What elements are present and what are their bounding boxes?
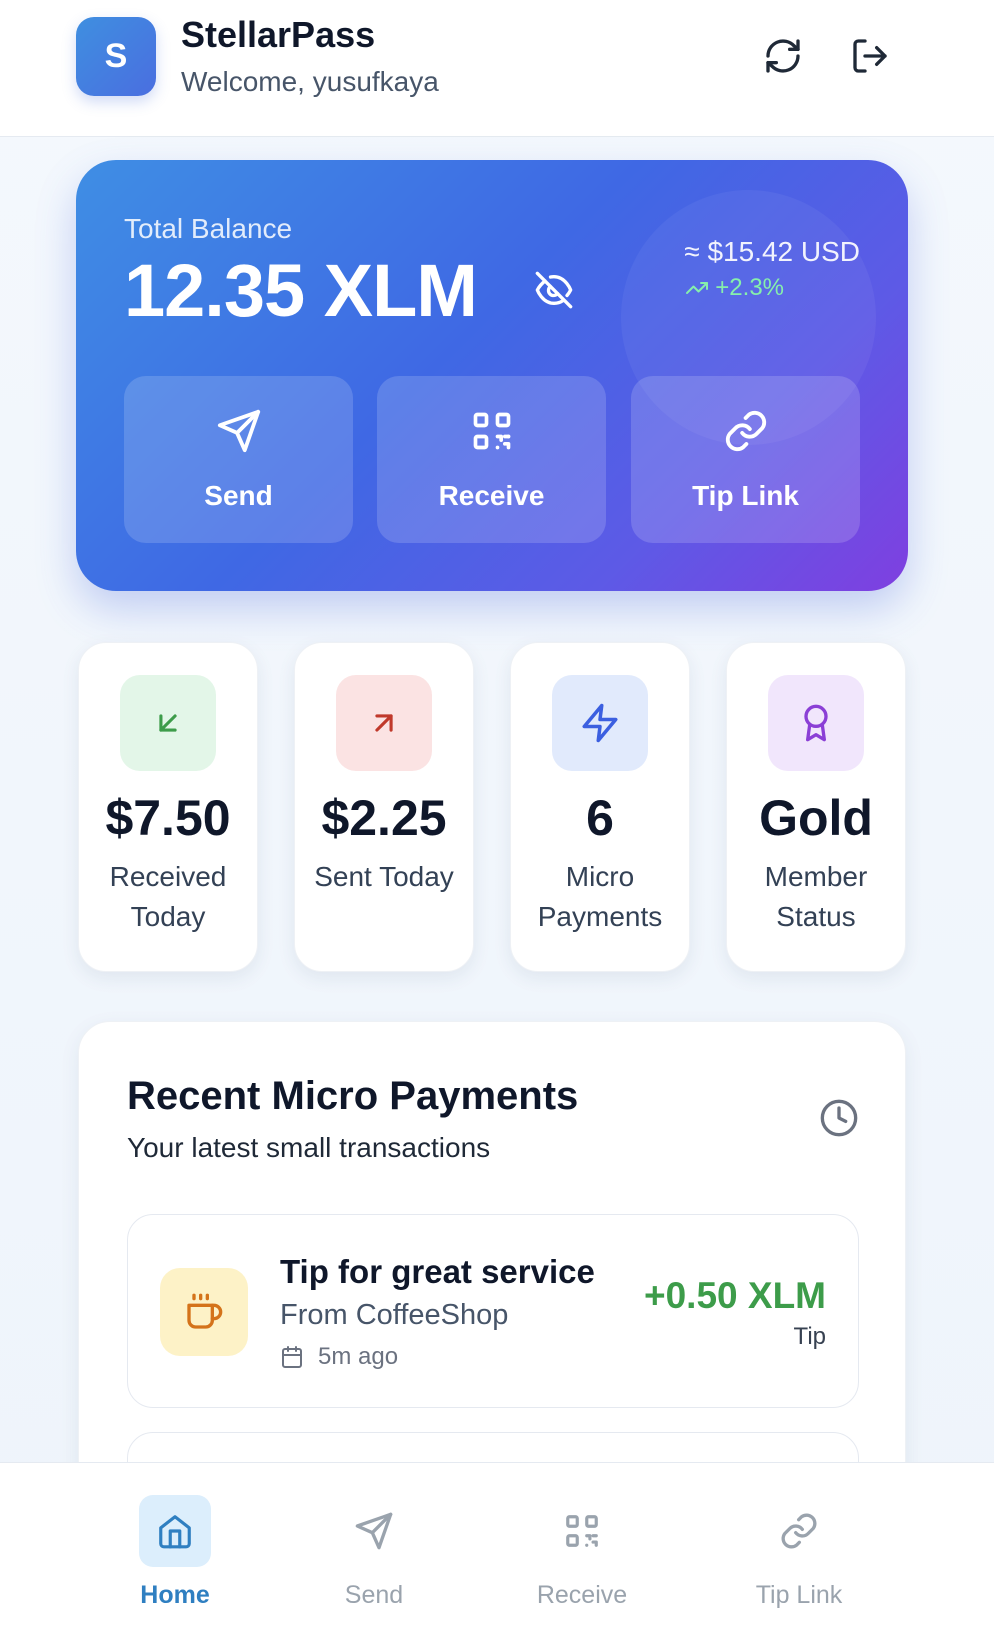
nav-icon-box [338, 1495, 410, 1567]
nav-label: Receive [536, 1581, 628, 1609]
logout-button[interactable] [846, 32, 894, 80]
nav-receive[interactable]: Receive [502, 1495, 662, 1610]
link-icon [781, 1513, 817, 1549]
bottom-nav: Home Send Receive Tip Link [0, 1462, 994, 1638]
transaction-time: 5m ago [280, 1343, 398, 1371]
send-action-label: Send [204, 480, 273, 511]
tip-link-action-label: Tip Link [692, 480, 799, 511]
welcome-text: Welcome, yusufkaya [181, 66, 439, 97]
home-icon [159, 1515, 191, 1549]
stat-micro-payments: 6 Micro Payments [510, 642, 690, 972]
transaction-type: Tip [793, 1323, 826, 1350]
qr-code-icon [473, 412, 510, 450]
nav-label: Send [344, 1581, 404, 1609]
transaction-amount: +0.50 XLM [643, 1275, 826, 1316]
receive-action-button[interactable]: Receive [377, 376, 606, 543]
toggle-balance-visibility-button[interactable] [530, 266, 578, 314]
balance-value: 12.35 XLM [124, 249, 478, 332]
trending-up-icon [686, 282, 709, 294]
refresh-icon [766, 39, 800, 73]
tip-link-action-button[interactable]: Tip Link [631, 376, 860, 543]
nav-icon-box [546, 1495, 618, 1567]
nav-home[interactable]: Home [95, 1495, 255, 1610]
link-icon [725, 410, 766, 452]
clock-icon [820, 1099, 858, 1137]
stat-caption: Sent Today [314, 861, 454, 892]
stat-sent-today: $2.25 Sent Today [294, 642, 474, 972]
app-screen: S StellarPass Welcome, yusufkaya Total B… [0, 0, 994, 1638]
balance-change: +2.3% [685, 274, 784, 302]
qr-code-icon [566, 1515, 598, 1547]
nav-label: Home [140, 1581, 210, 1609]
transaction-icon-box [160, 1268, 248, 1356]
coffee-icon [187, 1293, 223, 1329]
stat-member-status: Gold Member Status [726, 642, 906, 972]
logout-icon [853, 39, 887, 73]
balance-card: Total Balance 12.35 XLM ≈ $15.42 USD +2.… [76, 160, 908, 591]
send-icon [217, 409, 260, 453]
stat-caption: Micro Payments [537, 861, 663, 932]
eye-off-icon [535, 271, 573, 309]
calendar-icon [282, 1346, 302, 1368]
nav-icon-box [139, 1495, 211, 1567]
nav-label: Tip Link [755, 1581, 843, 1609]
stat-value: $7.50 [105, 790, 231, 846]
award-icon [804, 704, 828, 742]
balance-change-value: +2.3% [715, 274, 784, 301]
send-action-button[interactable]: Send [124, 376, 353, 543]
send-icon [355, 1512, 393, 1550]
app-logo: S [76, 17, 156, 96]
transaction-source: From CoffeeShop [280, 1299, 509, 1331]
stat-value: Gold [759, 790, 873, 846]
stat-caption: Member Status [764, 861, 868, 932]
history-button[interactable] [817, 1096, 861, 1140]
lightning-icon [582, 703, 618, 743]
app-title: StellarPass [181, 14, 376, 55]
balance-label: Total Balance [124, 213, 293, 244]
stat-caption: Received Today [109, 861, 227, 932]
stat-icon-box [336, 675, 432, 771]
balance-usd: ≈ $15.42 USD [684, 236, 860, 267]
recent-payments-title: Recent Micro Payments [127, 1074, 579, 1118]
stat-received-today: $7.50 Received Today [78, 642, 258, 972]
app-header: S StellarPass Welcome, yusufkaya [0, 0, 994, 137]
refresh-button[interactable] [759, 32, 807, 80]
transaction-item[interactable]: Tip for great service From CoffeeShop 5m… [127, 1214, 859, 1408]
recent-payments-subtitle: Your latest small transactions [127, 1132, 491, 1163]
nav-icon-box [763, 1495, 835, 1567]
stat-icon-box [552, 675, 648, 771]
receive-action-label: Receive [438, 480, 545, 511]
nav-tip-link[interactable]: Tip Link [719, 1495, 879, 1610]
stat-value: 6 [586, 790, 614, 846]
stat-icon-box [120, 675, 216, 771]
arrow-up-right-icon [375, 714, 393, 732]
stat-icon-box [768, 675, 864, 771]
transaction-title: Tip for great service [280, 1253, 595, 1290]
arrow-down-left-icon [159, 714, 177, 732]
transaction-time-value: 5m ago [318, 1343, 399, 1370]
nav-send[interactable]: Send [294, 1495, 454, 1610]
stat-value: $2.25 [321, 790, 447, 846]
